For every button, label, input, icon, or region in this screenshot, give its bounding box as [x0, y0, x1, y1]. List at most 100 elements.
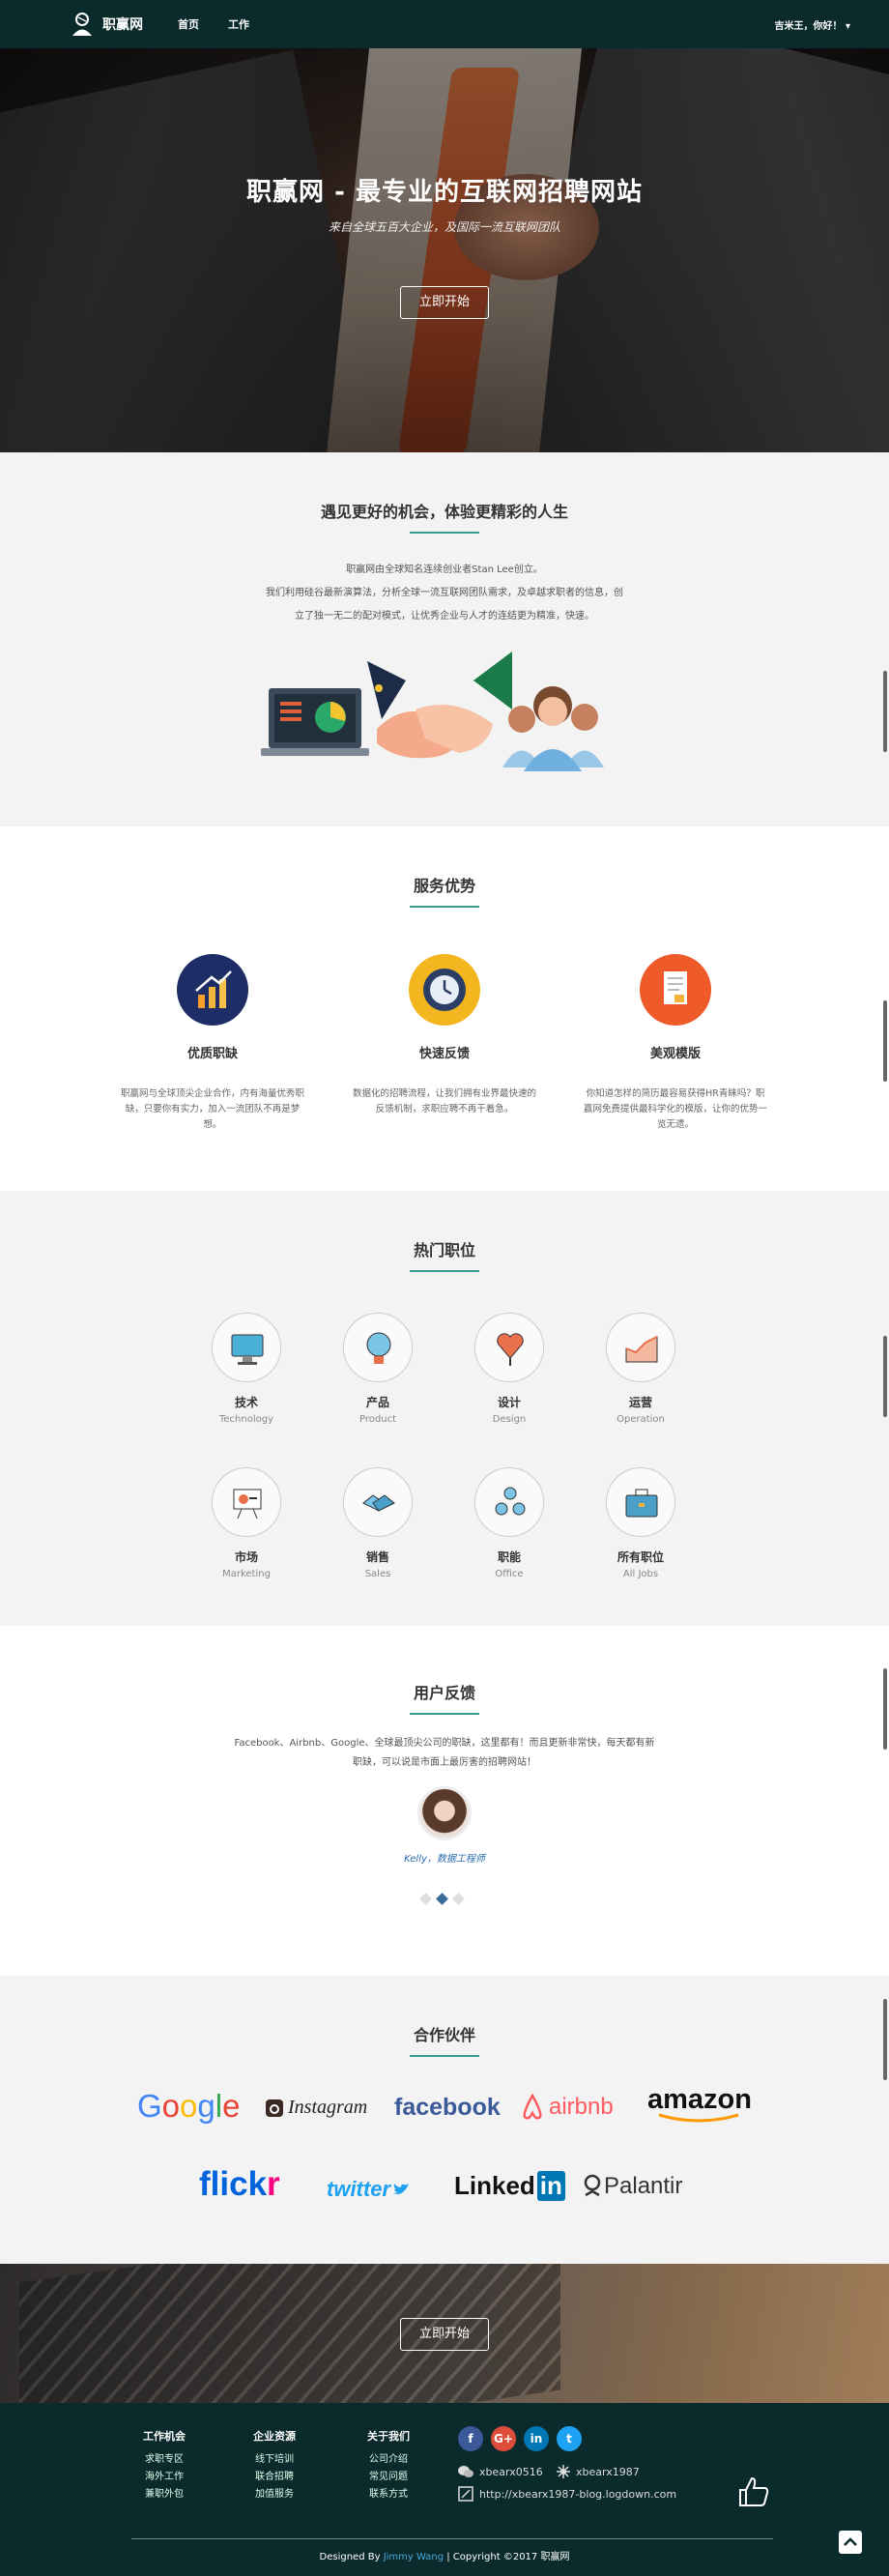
scroll-indicator — [883, 1000, 887, 1082]
services-section: 服务优势 优质职缺 职赢网与全球顶尖企业合作，内有海量优秀职缺，只要你有实力，加… — [0, 826, 889, 1191]
feedback-title-rule — [410, 1713, 479, 1715]
job-en: All Jobs — [622, 1569, 659, 1579]
service-title: 快速反馈 — [418, 1047, 470, 1061]
about-illustration — [261, 651, 604, 771]
bulb-icon — [343, 1313, 413, 1382]
job-cn: 技术 — [234, 1396, 258, 1409]
wechat-contact: xbearx0516 — [458, 2465, 543, 2478]
job-cn: 设计 — [497, 1396, 521, 1409]
author-link[interactable]: Jimmy Wang — [384, 2552, 444, 2562]
service-desc: 数据化的招聘流程，让我们拥有业界最快速的反馈机制，求职应聘不再干着急。 — [353, 1088, 537, 1114]
footer-link[interactable]: 公司介绍 — [359, 2451, 417, 2469]
airbnb-icon — [523, 2094, 542, 2120]
service-desc: 职赢网与全球顶尖企业合作，内有海量优秀职缺，只要你有实力，加入一流团队不再是梦想… — [121, 1088, 305, 1130]
growth-chart-icon — [606, 1313, 675, 1382]
job-category-technology[interactable]: 技术 Technology — [193, 1313, 300, 1425]
footer-col-jobs: 工作机会 求职专区 海外工作 兼职外包 — [135, 2428, 193, 2504]
footer-link[interactable]: 兼职外包 — [135, 2486, 193, 2504]
feedback-author: Kelly，数据工程师 — [404, 1854, 485, 1865]
job-category-product[interactable]: 产品 Product — [325, 1313, 431, 1425]
team-icon — [502, 686, 604, 771]
carousel-dot-active[interactable] — [436, 1893, 448, 1905]
footer-link[interactable]: 线下培训 — [245, 2451, 303, 2469]
nav-jobs-link[interactable]: 工作 — [228, 16, 249, 32]
job-cn: 市场 — [234, 1550, 258, 1564]
nav-home-link[interactable]: 首页 — [178, 16, 199, 32]
laptop-icon — [261, 688, 369, 756]
twitter-icon[interactable]: t — [557, 2426, 582, 2451]
footer-col-title: 工作机会 — [143, 2430, 186, 2443]
footer-link[interactable]: 海外工作 — [135, 2469, 193, 2486]
service-card-templates: 美观模版 你知道怎样的简历最容易获得HR青睐吗？职赢网免费提供最科学化的模版，让… — [584, 954, 767, 1133]
top-navbar: 职赢网 首页 工作 吉米王，你好！ ▾ — [0, 0, 889, 48]
presentation-icon — [212, 1467, 281, 1537]
job-category-design[interactable]: 设计 Design — [456, 1313, 562, 1425]
about-line-2: 我们利用硅谷最新演算法，分析全球一流互联网团队需求，及卓越求职者的信息，创 — [266, 588, 623, 598]
footer-link[interactable]: 求职专区 — [135, 2451, 193, 2469]
instagram-logo: Instagram — [265, 2097, 367, 2119]
about-line-1: 职赢网由全球知名连续创业者Stan Lee创立。 — [346, 564, 543, 575]
palantir-icon — [584, 2174, 601, 2197]
chevron-up-icon — [844, 2537, 857, 2546]
briefcase-icon — [606, 1467, 675, 1537]
hero-overlay — [0, 48, 889, 452]
wechat-icon — [458, 2466, 473, 2477]
blog-link[interactable]: http://xbearx1987-blog.logdown.com — [479, 2488, 676, 2501]
carousel-dot[interactable] — [419, 1893, 432, 1905]
qq-icon — [557, 2465, 570, 2478]
twitter-bird-icon — [393, 2184, 409, 2194]
partners-title: 合作伙伴 — [413, 2026, 475, 2044]
feedback-quote: Facebook、Airbnb、Google、全球最顶尖公司的职缺，这里都有！而… — [234, 1738, 655, 1768]
avatar — [417, 1786, 472, 1840]
facebook-logo: facebook — [394, 2094, 501, 2121]
service-desc: 你知道怎样的简历最容易获得HR青睐吗？职赢网免费提供最科学化的模版，让你的优势一… — [584, 1088, 768, 1130]
job-category-operation[interactable]: 运营 Operation — [588, 1313, 694, 1425]
google-plus-icon[interactable]: G+ — [491, 2426, 516, 2451]
hero-start-button[interactable]: 立即开始 — [400, 286, 489, 319]
scroll-indicator — [883, 671, 887, 752]
hero-subtitle: 来自全球五百大企业，及国际一流互联网团队 — [328, 220, 560, 234]
document-icon — [640, 954, 711, 1026]
footer-link[interactable]: 联合招聘 — [245, 2469, 303, 2486]
carousel-dot[interactable] — [452, 1893, 465, 1905]
job-cn: 产品 — [365, 1396, 389, 1409]
footer-link[interactable]: 联系方式 — [359, 2486, 417, 2504]
amazon-smile-icon — [658, 2113, 739, 2123]
wechat-id: xbearx0516 — [479, 2465, 543, 2478]
footer-col-title: 关于我们 — [367, 2430, 410, 2443]
partners-title-rule — [410, 2055, 479, 2057]
job-category-sales[interactable]: 销售 Sales — [325, 1467, 431, 1579]
footer-col-about: 关于我们 公司介绍 常见问题 联系方式 — [359, 2428, 417, 2504]
job-category-all[interactable]: 所有职位 All Jobs — [588, 1467, 694, 1579]
back-to-top-button[interactable] — [839, 2531, 862, 2554]
cta-start-button[interactable]: 立即开始 — [400, 2318, 489, 2351]
chart-up-icon — [177, 954, 248, 1026]
brand-name: 职赢网 — [102, 17, 143, 33]
job-category-office[interactable]: 职能 Office — [456, 1467, 562, 1579]
cta-banner: 立即开始 — [0, 2264, 889, 2403]
google-logo: Google — [137, 2088, 241, 2124]
job-en: Marketing — [222, 1569, 271, 1579]
footer-link[interactable]: 常见问题 — [359, 2469, 417, 2486]
scroll-indicator — [883, 1336, 887, 1417]
services-title-rule — [410, 906, 479, 908]
blog-icon — [458, 2486, 473, 2502]
clock-gear-icon — [409, 954, 480, 1026]
copyright: Designed By Jimmy Wang | Copyright ©2017… — [319, 2552, 570, 2562]
linkedin-icon[interactable]: in — [524, 2426, 549, 2451]
job-category-marketing[interactable]: 市场 Marketing — [193, 1467, 300, 1579]
monitor-icon — [212, 1313, 281, 1382]
user-menu-dropdown[interactable]: 吉米王，你好！ ▾ — [774, 17, 850, 32]
footer-link[interactable]: 加值服务 — [245, 2486, 303, 2504]
linkedin-logo: Linked in — [454, 2171, 565, 2201]
service-card-fast-feedback: 快速反馈 数据化的招聘流程，让我们拥有业界最快速的反馈机制，求职应聘不再干着急。 — [353, 954, 536, 1117]
job-en: Operation — [617, 1414, 665, 1425]
service-title: 优质职缺 — [186, 1047, 238, 1061]
hero-banner: 职赢网 - 最专业的互联网招聘网站 来自全球五百大企业，及国际一流互联网团队 立… — [0, 48, 889, 452]
pen-heart-icon — [474, 1313, 544, 1382]
job-en: Product — [359, 1414, 396, 1425]
facebook-icon[interactable]: f — [458, 2426, 483, 2451]
service-card-quality-jobs: 优质职缺 职赢网与全球顶尖企业合作，内有海量优秀职缺，只要你有实力，加入一流团队… — [121, 954, 304, 1133]
footer-col-enterprise: 企业资源 线下培训 联合招聘 加值服务 — [245, 2428, 303, 2504]
brand[interactable]: 职赢网 — [70, 12, 143, 37]
